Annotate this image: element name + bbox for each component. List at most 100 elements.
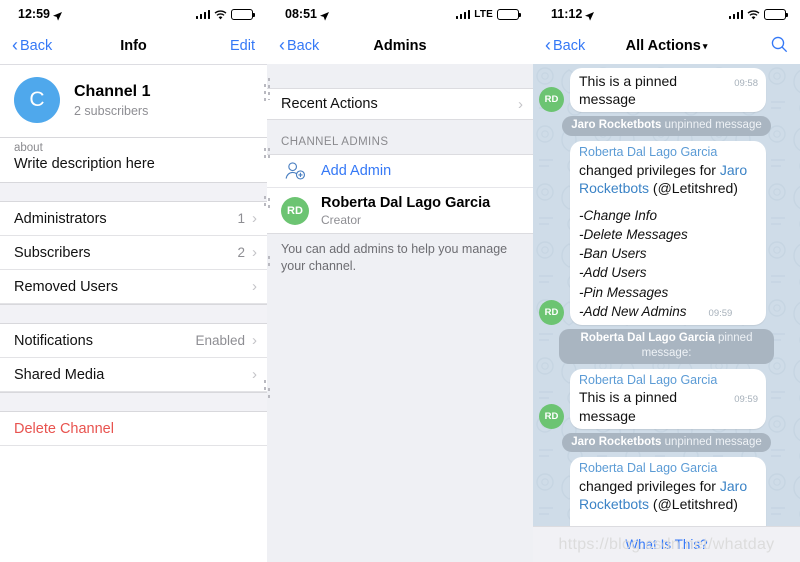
chat-footer: What Is This? [533, 526, 800, 562]
battery-icon [764, 8, 789, 20]
all-actions-label: All Actions [625, 38, 701, 54]
search-icon[interactable] [771, 36, 788, 57]
message-time: 09:58 [734, 78, 758, 89]
status-time: 11:12 [551, 7, 583, 21]
scroll-hint-dots-left-2 [268, 148, 270, 158]
channel-profile-text: Channel 1 2 subscribers [74, 82, 150, 119]
scroll-hint-dots-2 [264, 148, 266, 158]
row-value: 2 [237, 245, 245, 260]
status-bar-left: 12:59 [0, 0, 267, 28]
location-arrow-icon [585, 10, 595, 21]
admins-footnote: You can add admins to help you manage yo… [281, 242, 508, 273]
delete-channel-label: Delete Channel [14, 420, 114, 437]
section-gap-1 [0, 182, 267, 202]
about-label: about [14, 142, 43, 154]
row-administrators[interactable]: Administrators 1 › [0, 202, 267, 236]
chat-message-privileges[interactable]: RD Roberta Dal Lago Garcia changed privi… [539, 140, 794, 325]
message-author: Roberta Dal Lago Garcia [579, 144, 718, 159]
message-text: This is a pinned message [579, 389, 678, 424]
edit-button[interactable]: Edit [230, 38, 255, 54]
what-is-this-link[interactable]: What Is This? [625, 537, 707, 552]
status-bar-middle: 08:51 LTE [267, 0, 533, 28]
privilege-item: -Add Users [579, 265, 647, 281]
privileges-handle: (@Letitshred) [649, 496, 738, 513]
chat-scroll-area[interactable]: RD This is a pinned message 09:58 Jaro R… [533, 64, 800, 562]
admin-text: Roberta Dal Lago Garcia Creator [321, 194, 490, 227]
chevron-right-icon: › [252, 366, 257, 383]
about-section[interactable]: about Write description here [0, 138, 267, 182]
admin-row-creator[interactable]: RD Roberta Dal Lago Garcia Creator [267, 187, 533, 233]
status-right-group [728, 8, 789, 20]
back-label: Back [20, 38, 53, 54]
message-text: This is a pinned message [579, 73, 678, 108]
recent-actions-row[interactable]: Recent Actions › [267, 88, 533, 120]
back-label: Back [553, 38, 586, 54]
row-shared-media[interactable]: Shared Media › [0, 358, 267, 392]
chevron-right-icon: › [252, 332, 257, 349]
privilege-item-last-row: -Add New Admins 09:59 [579, 302, 758, 321]
avatar: RD [281, 196, 309, 225]
message-bubble[interactable]: Roberta Dal Lago Garcia This is a pinned… [570, 368, 766, 429]
left-bottom-spacer [0, 446, 267, 562]
chevron-left-icon: ‹ [279, 35, 285, 55]
chevron-right-icon: › [518, 95, 523, 113]
status-time: 08:51 [285, 7, 317, 21]
avatar: RD [539, 87, 564, 113]
message-text: changed privileges for Jaro Rocketbots (… [579, 161, 758, 197]
chevron-right-icon: › [252, 278, 257, 295]
add-admin-row[interactable]: Add Admin [267, 155, 533, 187]
service-actor: Jaro Rocketbots [571, 119, 662, 132]
back-label: Back [287, 38, 320, 54]
chevron-left-icon: ‹ [545, 35, 551, 55]
message-text: changed privileges for Jaro Rocketbots (… [579, 477, 758, 513]
panel-admins: 08:51 LTE ‹ Back Admins Recent Actions ›… [267, 0, 533, 562]
message-row: This is a pinned message 09:59 [579, 388, 758, 424]
scroll-hint-dots-left-5 [268, 388, 270, 400]
nav-bar-right: ‹ Back All Actions ▾ [533, 28, 800, 64]
scroll-hint-dots-left-4 [268, 256, 270, 266]
privilege-item: -Add New Admins [579, 303, 687, 319]
service-message: Jaro Rocketbots unpinned message [539, 432, 794, 453]
status-left-group: 12:59 [18, 7, 62, 21]
privileges-lead: changed privileges for [579, 478, 720, 494]
chevron-right-icon: › [252, 244, 257, 261]
nav-bar-left: ‹ Back Info Edit [0, 28, 267, 64]
messages-container: RD This is a pinned message 09:58 Jaro R… [533, 64, 800, 562]
back-button-admins[interactable]: ‹ Back [279, 35, 320, 55]
message-bubble[interactable]: Roberta Dal Lago Garcia changed privileg… [570, 140, 766, 325]
about-value: Write description here [14, 156, 155, 172]
chat-message[interactable]: RD Roberta Dal Lago Garcia This is a pin… [539, 368, 794, 429]
chat-message[interactable]: RD This is a pinned message 09:58 [539, 68, 794, 113]
privilege-item: -Ban Users [579, 246, 647, 262]
delete-channel-button[interactable]: Delete Channel [0, 412, 267, 446]
message-bubble[interactable]: This is a pinned message 09:58 [570, 68, 766, 113]
service-actor: Jaro Rocketbots [571, 435, 662, 448]
cellular-signal-icon [728, 9, 743, 19]
panel-recent-actions-chat: 11:12 ‹ Back All Actions ▾ RD This is a … [533, 0, 800, 562]
service-actor: Roberta Dal Lago Garcia [580, 331, 715, 344]
wifi-icon [747, 9, 760, 20]
carrier-label: LTE [474, 8, 493, 20]
chevron-down-icon: ▾ [702, 40, 708, 51]
back-button-info[interactable]: ‹ Back [12, 36, 53, 54]
row-label: Notifications [14, 332, 93, 349]
row-notifications[interactable]: Notifications Enabled › [0, 324, 267, 358]
service-message: Roberta Dal Lago Garcia pinned message: [539, 328, 794, 364]
privilege-item: -Change Info [579, 207, 658, 223]
row-subscribers[interactable]: Subscribers 2 › [0, 236, 267, 270]
message-author: Roberta Dal Lago Garcia [579, 372, 718, 387]
status-bar-right: 11:12 [533, 0, 800, 28]
service-pill: Jaro Rocketbots unpinned message [562, 432, 771, 453]
back-button-chat[interactable]: ‹ Back [545, 35, 586, 55]
row-removed-users[interactable]: Removed Users › [0, 270, 267, 304]
channel-profile-header[interactable]: C Channel 1 2 subscribers [0, 65, 267, 137]
chevron-right-icon: › [252, 210, 257, 227]
scroll-hint-dots-left-3 [268, 198, 270, 208]
message-row: This is a pinned message 09:58 [579, 72, 758, 108]
row-label: Removed Users [14, 278, 118, 295]
service-pill: Jaro Rocketbots unpinned message [562, 116, 771, 136]
scroll-hint-dots-1 [264, 84, 266, 102]
service-action: unpinned message [664, 435, 762, 448]
privileges-handle: (@Letitshred) [649, 179, 738, 196]
section-gap-2 [0, 304, 267, 324]
